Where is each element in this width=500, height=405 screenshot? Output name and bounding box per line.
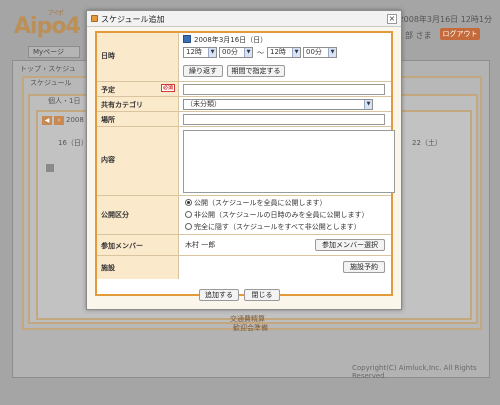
required-badge: 必須 (161, 84, 175, 92)
visibility-option-hidden[interactable]: 完全に隠す（スケジュールをすべて非公開とします） (185, 222, 361, 232)
datetime-field: 2008年3月16日（日） 12時 ▼ 00分 ▼ 〜 12時 ▼ 00分 ▼ 繰り返す… (181, 33, 389, 81)
schedule-portlet-title: スケジュール (30, 79, 72, 87)
category-select[interactable]: （未分類） ▼ (183, 99, 373, 110)
period-button[interactable]: 期間で指定する (227, 65, 285, 77)
schedule-icon (91, 15, 98, 22)
dialog-titlebar: スケジュール追加 × (87, 11, 401, 27)
chevron-down-icon: ▼ (244, 48, 252, 57)
select-members-button[interactable]: 参加メンバー選択 (315, 239, 385, 251)
facility-label: 施設 (97, 256, 179, 279)
logout-button[interactable]: ログアウト (440, 28, 480, 40)
dialog-footer: 追加する 閉じる (87, 289, 401, 303)
row-category: 共有カテゴリ （未分類） ▼ (97, 97, 391, 112)
visibility-label: 公開区分 (97, 196, 179, 234)
place-field (181, 112, 389, 126)
prev-day-icon[interactable]: ‹ (54, 116, 64, 125)
row-visibility: 公開区分 公開（スケジュールを全員に公開します） 非公開（スケジュールの日時のみ… (97, 196, 391, 235)
day-header-right: 22（土） (412, 139, 442, 147)
logo-suffix: 4 (65, 14, 80, 39)
place-label: 場所 (97, 112, 179, 126)
schedule-view-title: 個人・1日 (48, 97, 81, 105)
schedule-form: 日時 2008年3月16日（日） 12時 ▼ 00分 ▼ 〜 12時 ▼ 00分 ▼ 繰… (95, 31, 395, 296)
radio-selected-icon[interactable] (185, 199, 192, 206)
calendar-nav-date: 2008 (66, 116, 84, 124)
row-members: 参加メンバー 木村 一郎 参加メンバー選択 (97, 235, 391, 256)
row-content: 内容 (97, 127, 395, 196)
category-field: （未分類） ▼ (181, 97, 389, 111)
close-icon[interactable]: × (387, 14, 397, 24)
visibility-option-private[interactable]: 非公開（スケジュールの日時のみを全員に公開します） (185, 210, 369, 220)
chevron-down-icon: ▼ (292, 48, 300, 57)
end-hour-select[interactable]: 12時 ▼ (267, 47, 301, 58)
radio-icon[interactable] (185, 223, 192, 230)
end-minute-select[interactable]: 00分 ▼ (303, 47, 337, 58)
members-label: 参加メンバー (97, 235, 179, 255)
logo-text: Aipo (14, 14, 66, 39)
member-name: 木村 一郎 (185, 241, 216, 249)
visibility-field: 公開（スケジュールを全員に公開します） 非公開（スケジュールの日時のみを全員に公… (181, 196, 389, 234)
date-value[interactable]: 2008年3月16日（日） (194, 35, 267, 45)
row-place: 場所 (97, 112, 391, 127)
prev-arrow-icon[interactable]: ◀ (42, 116, 52, 125)
edit-icon[interactable] (46, 164, 54, 172)
start-hour-select[interactable]: 12時 ▼ (183, 47, 217, 58)
content-field (181, 127, 395, 195)
radio-icon[interactable] (185, 211, 192, 218)
content-textarea[interactable] (183, 130, 395, 193)
schedule-add-dialog: スケジュール追加 × 日時 2008年3月16日（日） 12時 ▼ 00分 ▼ 〜 … (86, 10, 402, 310)
calendar-icon[interactable] (183, 35, 191, 43)
add-button[interactable]: 追加する (199, 289, 239, 301)
plan-label: 予定 必須 (97, 82, 179, 96)
row-datetime: 日時 2008年3月16日（日） 12時 ▼ 00分 ▼ 〜 12時 ▼ 00分 ▼ 繰… (97, 33, 391, 82)
content-label: 内容 (97, 127, 179, 195)
plan-field (181, 82, 389, 96)
close-button[interactable]: 閉じる (244, 289, 280, 301)
chevron-down-icon: ▼ (328, 48, 336, 57)
chevron-down-icon: ▼ (208, 48, 216, 57)
time-separator: 〜 (257, 49, 264, 57)
tab-mypage[interactable]: Myページ (28, 46, 80, 58)
calendar-nav: ◀ ‹ 2008 (42, 116, 84, 125)
facility-field: 施設予約 (181, 256, 389, 279)
chevron-down-icon: ▼ (364, 100, 372, 109)
datetime-label: 日時 (97, 33, 179, 81)
dialog-title: スケジュール追加 (101, 15, 165, 24)
place-input[interactable] (183, 114, 385, 125)
day-header-left: 16（日） (58, 139, 88, 147)
logo-ruby: アイポ (48, 10, 64, 17)
visibility-option-public[interactable]: 公開（スケジュールを全員に公開します） (185, 198, 327, 208)
user-name: 部 さま (405, 31, 432, 40)
copyright: Copyright(C) Aimluck,Inc. All Rights Res… (352, 364, 477, 380)
row-plan: 予定 必須 (97, 82, 391, 97)
plan-input[interactable] (183, 84, 385, 95)
breadcrumb: トップ › スケジュ (20, 65, 76, 73)
event-item[interactable]: 歓迎会準備 (233, 323, 268, 333)
aipo-logo: アイポ Aipo4 (14, 10, 81, 39)
facility-reserve-button[interactable]: 施設予約 (343, 261, 385, 273)
row-facility: 施設 施設予約 (97, 256, 391, 279)
repeat-button[interactable]: 繰り返す (183, 65, 223, 77)
header-date: 2008年3月16日 12時1分 (398, 15, 492, 24)
members-field: 木村 一郎 参加メンバー選択 (181, 235, 389, 255)
category-label: 共有カテゴリ (97, 97, 179, 111)
start-minute-select[interactable]: 00分 ▼ (219, 47, 253, 58)
